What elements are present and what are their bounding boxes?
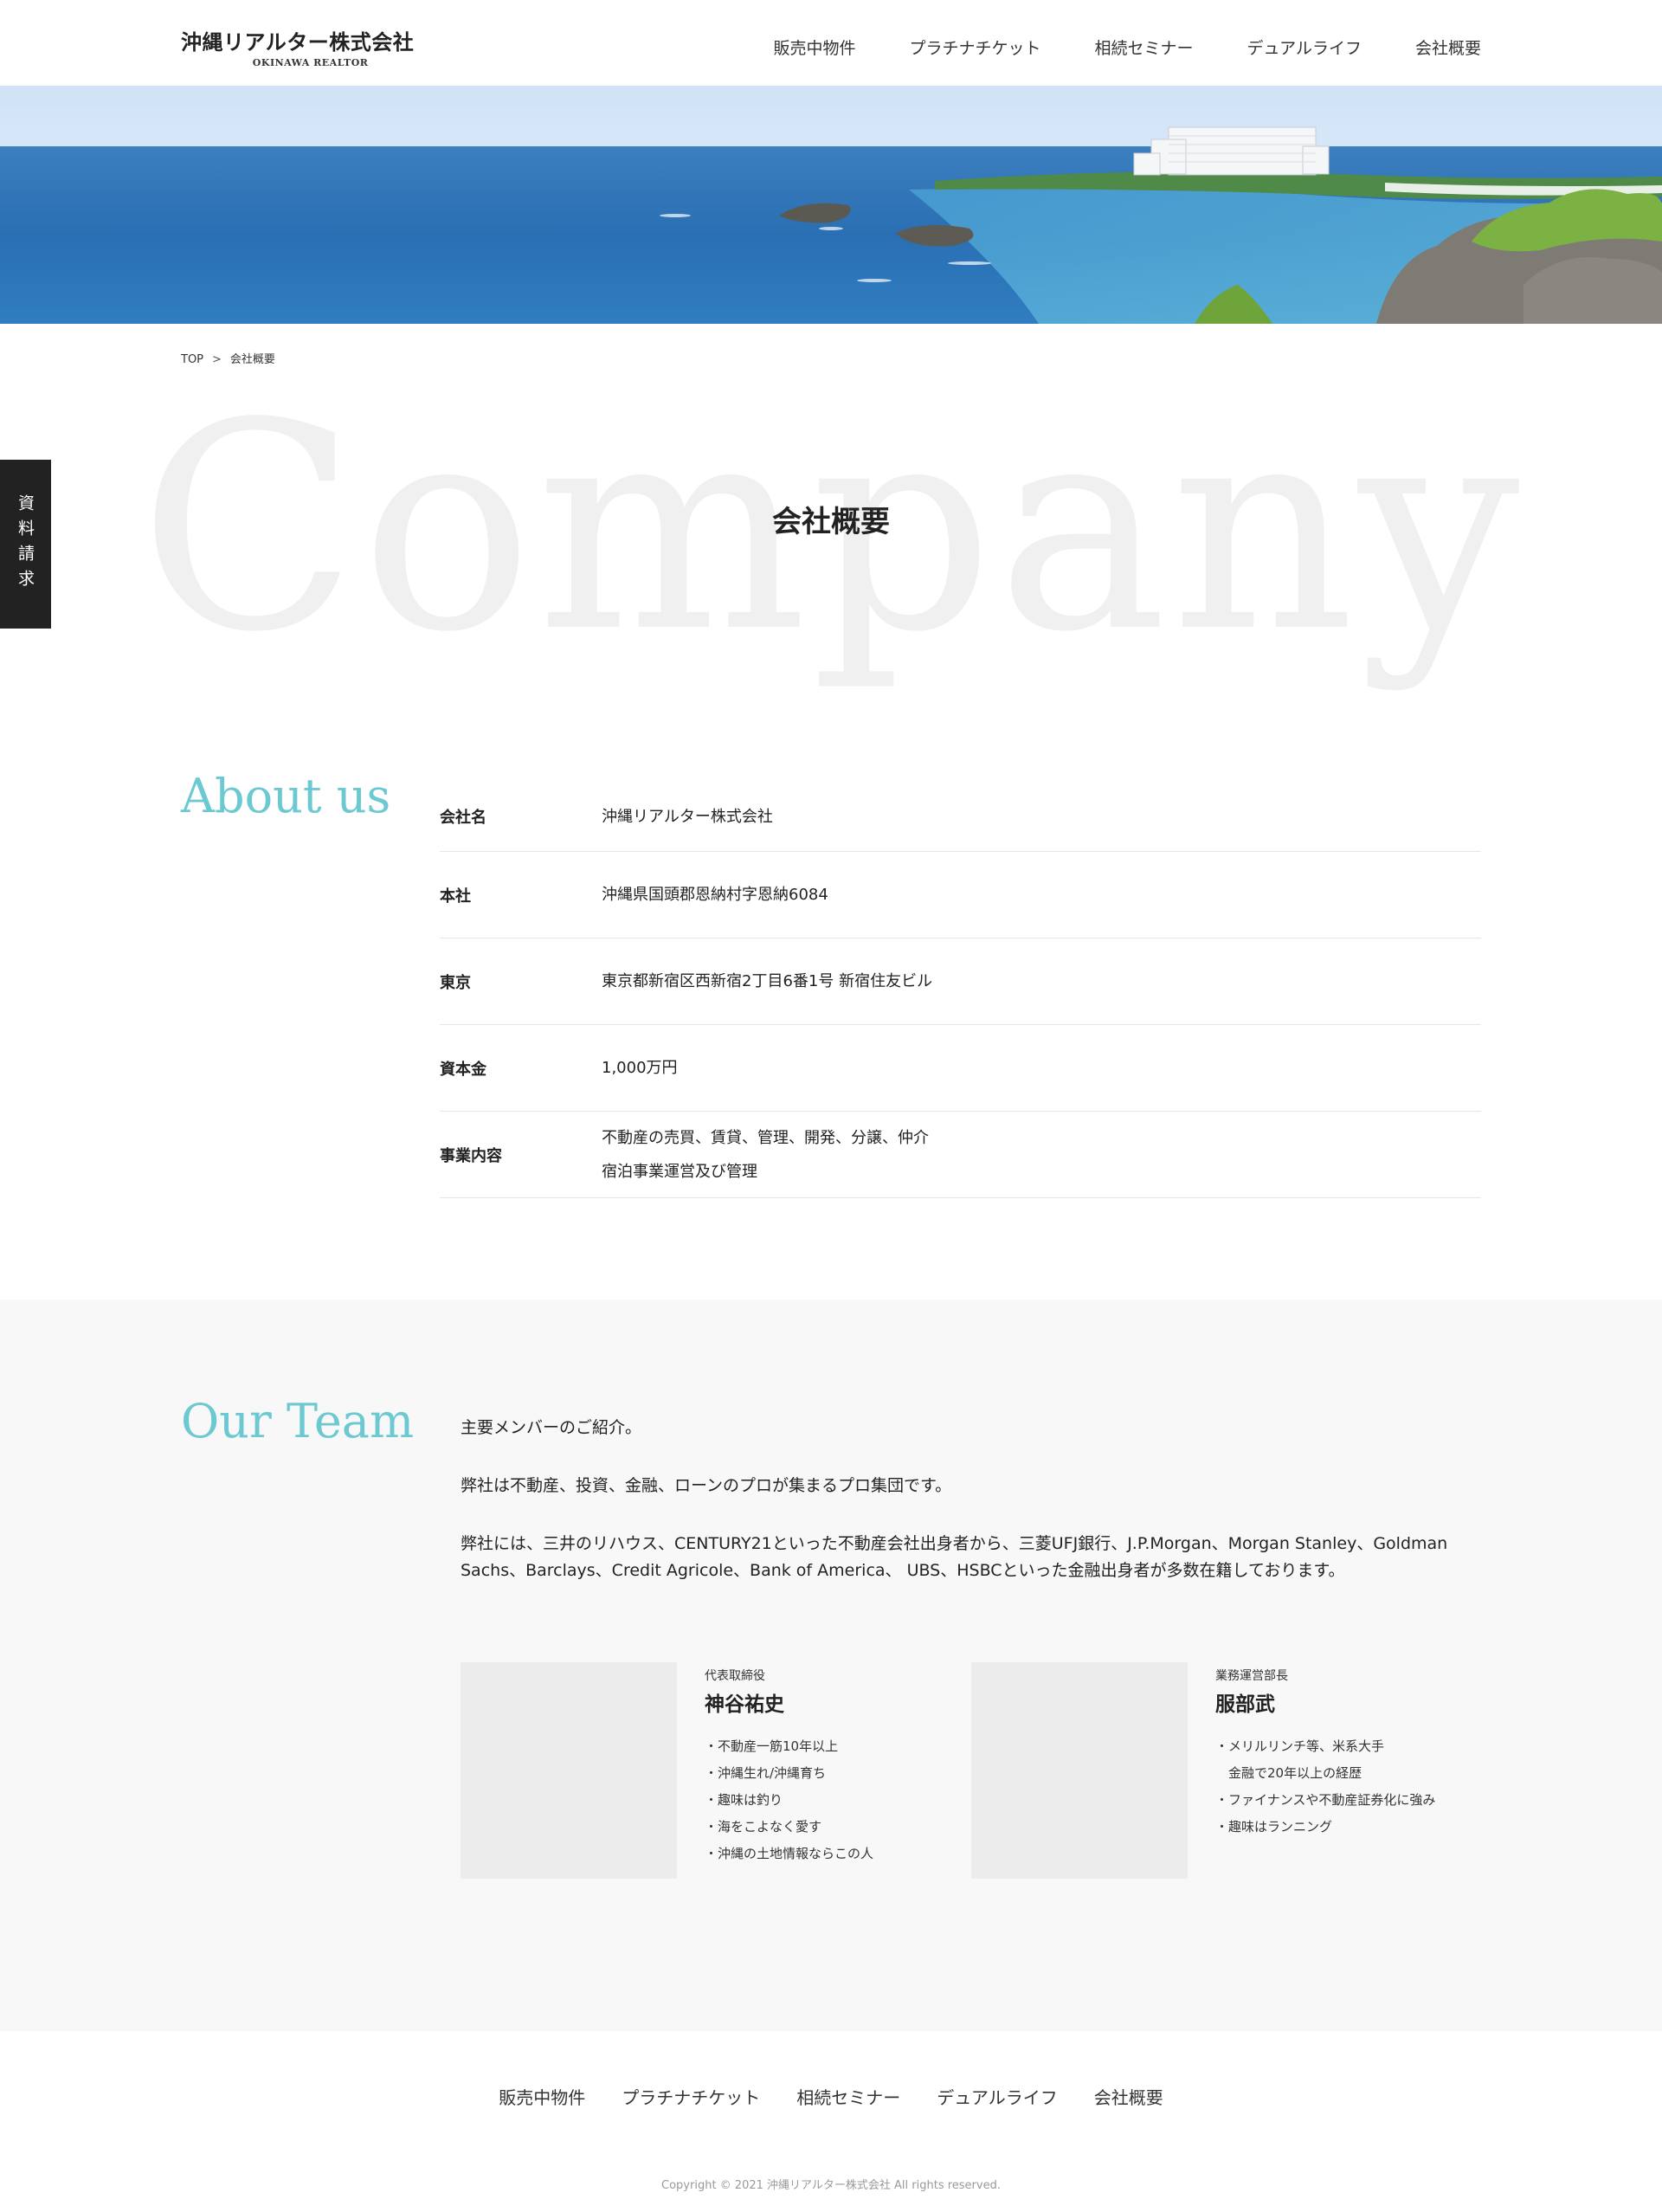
nav-item-company[interactable]: 会社概要 [1415,38,1481,59]
footer-nav-item-properties[interactable]: 販売中物件 [499,2086,585,2109]
info-value-line: 東京都新宿区西新宿2丁目6番1号 新宿住友ビル [602,972,933,990]
member-name: 神谷祐史 [705,1693,784,1716]
info-row-company-name: 会社名 沖縄リアルター株式会社 [440,782,1481,852]
member-point: ・ファイナンスや不動産証券化に強み [1215,1792,1436,1808]
member-points: ・不動産一筋10年以上 ・沖縄生れ/沖縄育ち ・趣味は釣り ・海をこよなく愛す … [705,1733,964,1867]
info-value: 1,000万円 [602,1051,678,1085]
main-nav: 販売中物件 プラチナチケット 相続セミナー デュアルライフ 会社概要 [720,38,1482,59]
member-photo-placeholder [971,1662,1188,1879]
info-row-business: 事業内容 不動産の売買、賃貸、管理、開発、分譲、仲介 宿泊事業運営及び管理 [440,1112,1481,1198]
member-point: ・趣味はランニング [1215,1819,1333,1835]
info-label: 資本金 [440,1060,486,1079]
info-row-tokyo: 東京 東京都新宿区西新宿2丁目6番1号 新宿住友ビル [440,938,1481,1025]
info-value-line: 不動産の売買、賃貸、管理、開発、分譲、仲介 [602,1128,929,1147]
info-row-capital: 資本金 1,000万円 [440,1025,1481,1112]
team-member-card: 代表取締役 神谷祐史 ・不動産一筋10年以上 ・沖縄生れ/沖縄育ち ・趣味は釣り… [461,1662,945,1879]
team-intro: 主要メンバーのご紹介。 弊社は不動産、投資、金融、ローンのプロが集まるプロ集団で… [461,1415,1482,1615]
info-label: 事業内容 [440,1146,502,1165]
info-value: 不動産の売買、賃貸、管理、開発、分譲、仲介 宿泊事業運営及び管理 [602,1121,929,1189]
team-intro-line: 弊社は不動産、投資、金融、ローンのプロが集まるプロ集団です。 [461,1476,952,1495]
member-point: ・沖縄の土地情報ならこの人 [705,1846,874,1861]
team-heading: Our Team [181,1394,415,1448]
footer-nav: 販売中物件 プラチナチケット 相続セミナー デュアルライフ 会社概要 [0,2086,1662,2109]
member-info: 業務運営部長 服部武 ・メリルリンチ等、米系大手 金融で20年以上の経歴 ・ファ… [1215,1667,1475,1841]
footer-nav-item-platinum-ticket[interactable]: プラチナチケット [622,2086,760,2109]
footer-nav-item-inheritance-seminar[interactable]: 相続セミナー [796,2086,900,2109]
member-role: 業務運営部長 [1215,1669,1288,1683]
member-point: ・沖縄生れ/沖縄育ち [705,1765,827,1781]
member-photo-placeholder [461,1662,677,1879]
member-point: ・不動産一筋10年以上 [705,1738,839,1754]
copyright: Copyright © 2021 沖縄リアルター株式会社 All rights … [661,2179,1001,2192]
company-info-table: 会社名 沖縄リアルター株式会社 本社 沖縄県国頭郡恩納村字恩納6084 東京 東… [440,782,1481,1198]
nav-item-inheritance-seminar[interactable]: 相続セミナー [1095,38,1194,59]
hero-image [0,86,1662,324]
member-info: 代表取締役 神谷祐史 ・不動産一筋10年以上 ・沖縄生れ/沖縄育ち ・趣味は釣り… [705,1667,964,1867]
about-heading: About us [181,769,391,823]
logo-jp: 沖縄リアルター株式会社 [181,30,415,55]
footer-nav-item-dual-life[interactable]: デュアルライフ [937,2086,1057,2109]
site-header: 沖縄リアルター株式会社 OKINAWA REALTOR 販売中物件 プラチナチケ… [0,0,1662,86]
team-intro-line: 主要メンバーのご紹介。 [461,1418,642,1437]
member-role: 代表取締役 [705,1669,765,1683]
page-title: 会社概要 [772,505,890,539]
member-point: 金融で20年以上の経歴 [1215,1765,1362,1781]
nav-item-platinum-ticket[interactable]: プラチナチケット [910,38,1041,59]
info-value: 東京都新宿区西新宿2丁目6番1号 新宿住友ビル [602,964,932,998]
member-points: ・メリルリンチ等、米系大手 金融で20年以上の経歴 ・ファイナンスや不動産証券化… [1215,1733,1475,1841]
logo-en: OKINAWA REALTOR [252,57,369,68]
nav-item-dual-life[interactable]: デュアルライフ [1247,38,1362,59]
member-point: ・趣味は釣り [705,1792,783,1808]
info-row-head-office: 本社 沖縄県国頭郡恩納村字恩納6084 [440,852,1481,938]
member-point: ・海をこよなく愛す [705,1819,822,1835]
footer-nav-item-company[interactable]: 会社概要 [1094,2086,1163,2109]
member-point: ・メリルリンチ等、米系大手 [1215,1738,1385,1754]
info-value-line: 1,000万円 [602,1059,678,1077]
info-value: 沖縄県国頭郡恩納村字恩納6084 [602,878,828,912]
info-value: 沖縄リアルター株式会社 [602,800,773,834]
team-member-card: 業務運営部長 服部武 ・メリルリンチ等、米系大手 金融で20年以上の経歴 ・ファ… [971,1662,1456,1879]
info-label: 会社名 [440,809,486,827]
info-label: 本社 [440,887,471,906]
info-value-line: 沖縄県国頭郡恩納村字恩納6084 [602,886,828,904]
nav-item-properties[interactable]: 販売中物件 [774,38,856,59]
site-logo[interactable]: 沖縄リアルター株式会社 OKINAWA REALTOR [181,29,414,68]
info-value-line: 宿泊事業運営及び管理 [602,1162,757,1181]
info-value-line: 沖縄リアルター株式会社 [602,807,773,826]
team-intro-line: 弊社には、三井のリハウス、CENTURY21といった不動産会社出身者から、三菱U… [461,1534,1448,1580]
member-name: 服部武 [1215,1693,1275,1716]
info-label: 東京 [440,973,471,992]
